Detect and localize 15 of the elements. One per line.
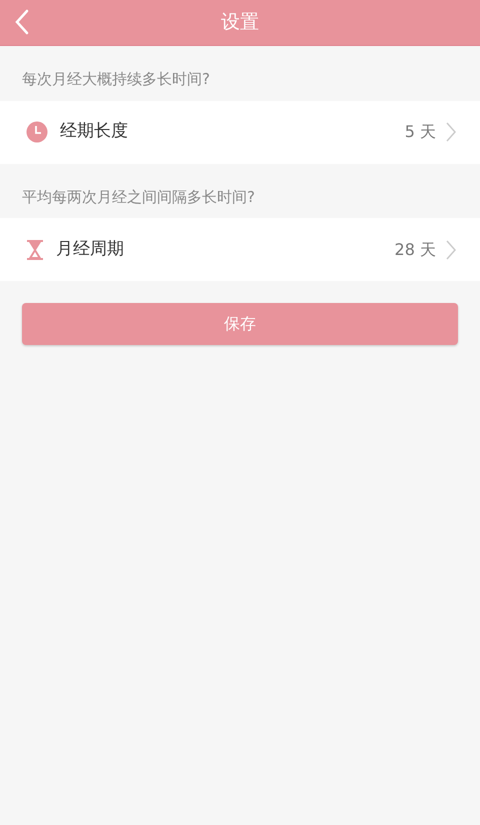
page-title: 设置 (221, 10, 259, 36)
back-button[interactable] (14, 8, 30, 36)
chevron-icon (446, 240, 456, 260)
setting-row[interactable]: 月经周期 28 天 (0, 218, 480, 281)
hourglass-icon (26, 240, 44, 260)
chevron-icon (446, 122, 456, 142)
setting-row[interactable]: 经期长度 5 天 (0, 100, 480, 164)
setting-value: 28 天 (394, 238, 436, 260)
back-icon (14, 8, 30, 36)
question-text: 平均每两次月经之间间隔多长时间? (21, 186, 256, 208)
setting-label: 月经周期 (56, 238, 124, 261)
setting-label: 经期长度 (60, 120, 128, 144)
setting-value: 5 天 (404, 121, 436, 143)
question-text: 每次月经大概持续多长时间? (21, 69, 211, 90)
clock-icon (26, 121, 48, 143)
